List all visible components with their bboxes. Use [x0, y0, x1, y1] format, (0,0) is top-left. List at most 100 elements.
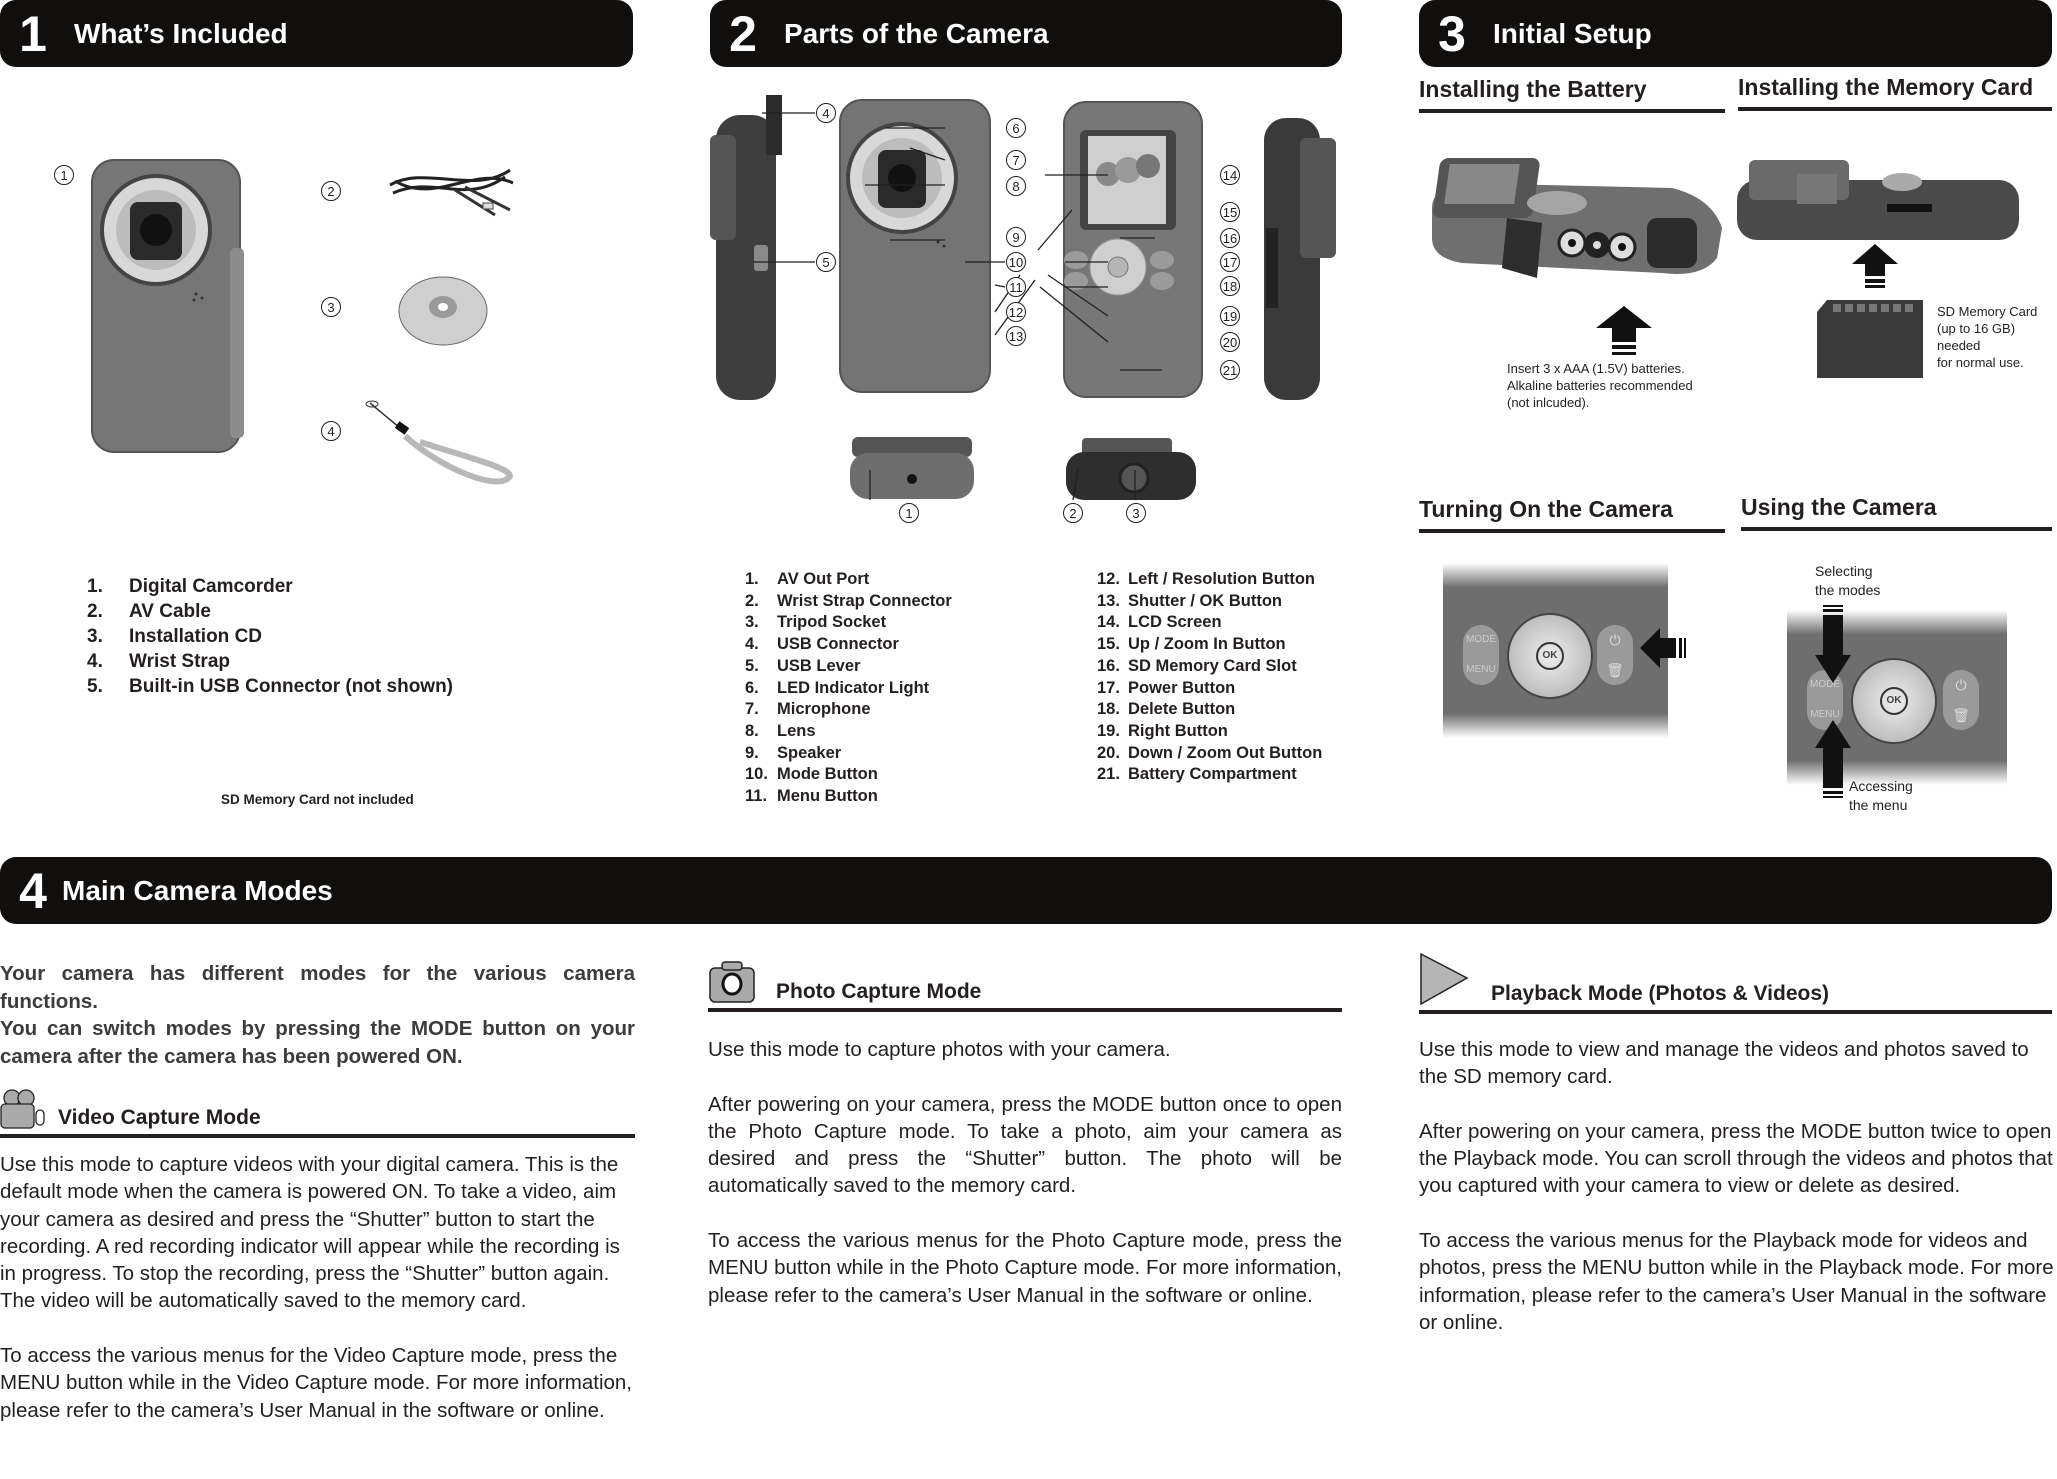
memory-card-slot-image — [1737, 160, 2019, 240]
list-item: 21. Battery Compartment — [1097, 765, 1297, 784]
callout-3: 3 — [321, 297, 341, 317]
installation-cd-image — [398, 276, 488, 346]
list-item: 4. Wrist Strap — [87, 651, 231, 672]
callout-2: 2 — [321, 181, 341, 201]
playback-mode-text: Use this mode to view and manage the vid… — [1419, 1038, 2054, 1334]
power-delete-buttons: ⏻ 🗑 — [1597, 625, 1633, 685]
section-number: 4 — [19, 862, 47, 919]
list-item: 1. AV Out Port — [745, 570, 870, 588]
video-camera-icon — [0, 1089, 45, 1129]
callout-11: 11 — [1006, 277, 1026, 297]
selecting-modes-label: Selecting the modes — [1815, 563, 1881, 598]
list-item: 8. Lens — [745, 721, 816, 740]
callout-14: 14 — [1220, 165, 1240, 185]
callout-12: 12 — [1006, 302, 1026, 322]
memory-card-caption: SD Memory Card (up to 16 GB) needed for … — [1937, 304, 2038, 370]
list-item: 17. Power Button — [1097, 678, 1236, 697]
battery-installation-image — [1432, 158, 1722, 278]
callout-5: 5 — [816, 252, 836, 272]
callout-16: 16 — [1220, 228, 1240, 248]
callout-2: 2 — [1063, 503, 1083, 523]
ok-button-label: OK — [1536, 642, 1564, 670]
section-4-header: 4 Main Camera Modes — [0, 857, 2052, 924]
parts-list-left: 1. AV Out Port 2. Wrist Strap Connector 3.… — [745, 569, 952, 808]
callout-1: 1 — [899, 503, 919, 523]
section-2-header: 2 Parts of the Camera — [710, 0, 1342, 67]
callout-8: 8 — [1006, 176, 1026, 196]
play-icon — [1420, 952, 1469, 1006]
callout-4: 4 — [816, 103, 836, 123]
video-mode-title: Video Capture Mode — [58, 1106, 261, 1129]
section-title: Main Camera Modes — [62, 874, 333, 906]
section-title: Parts of the Camera — [784, 17, 1049, 49]
battery-caption: Insert 3 x AAA (1.5V) batteries. Alkalin… — [1507, 361, 1693, 410]
sd-card-note: SD Memory Card not included — [221, 792, 414, 807]
wrist-strap-image — [365, 400, 514, 485]
insert-battery-arrow-icon — [1596, 306, 1652, 355]
photo-mode-title: Photo Capture Mode — [776, 980, 982, 1003]
callout-15: 15 — [1220, 202, 1240, 222]
installing-battery-heading: Installing the Battery — [1419, 76, 1725, 113]
list-item: 9. Speaker — [745, 743, 842, 762]
video-mode-heading: Video Capture Mode — [0, 1088, 635, 1138]
callout-18: 18 — [1220, 276, 1240, 296]
callout-4: 4 — [321, 421, 341, 441]
turning-on-heading: Turning On the Camera — [1419, 496, 1725, 533]
callout-1: 1 — [54, 165, 74, 185]
list-item: 20. Down / Zoom Out Button — [1097, 743, 1323, 762]
power-arrow-icon — [1640, 628, 1686, 668]
insert-card-arrow-icon — [1852, 244, 1898, 288]
callout-6: 6 — [1006, 118, 1026, 138]
callout-10: 10 — [1006, 252, 1026, 272]
video-mode-text: Use this mode to capture videos with you… — [0, 1153, 633, 1422]
list-item: 13. Shutter / OK Button — [1097, 591, 1282, 610]
list-item: 3. Tripod Socket — [745, 613, 887, 632]
list-item: 10. Mode Button — [745, 765, 878, 784]
list-item: 6. LED Indicator Light — [745, 678, 930, 697]
av-cable-image — [389, 168, 514, 217]
section-number: 3 — [1438, 5, 1466, 62]
callout-3: 3 — [1126, 503, 1146, 523]
section-number: 1 — [19, 5, 47, 62]
playback-mode-title: Playback Mode (Photos & Videos) — [1491, 982, 1830, 1005]
installing-memory-card-heading: Installing the Memory Card — [1738, 74, 2052, 111]
mode-arrow-down-icon — [1815, 605, 1851, 683]
callout-19: 19 — [1220, 306, 1240, 326]
list-item: 19. Right Button — [1097, 721, 1228, 740]
sd-card-image — [1817, 300, 1923, 378]
section-title: Initial Setup — [1493, 17, 1652, 49]
callout-20: 20 — [1220, 332, 1240, 352]
list-item: 5. Built-in USB Connector (not shown) — [87, 676, 454, 697]
list-item: 1. Digital Camcorder — [87, 576, 293, 597]
menu-button-label: MENU — [1466, 664, 1496, 675]
playback-mode-heading: Playback Mode (Photos & Videos) — [1419, 952, 2052, 1014]
section-title: What’s Included — [74, 17, 288, 49]
callout-21: 21 — [1220, 360, 1240, 380]
list-item: 14. LCD Screen — [1097, 613, 1222, 632]
parts-list-right: 12. Left / Resolution Button 13. Shutter /… — [1097, 569, 1322, 786]
photo-mode-text: Use this mode to capture photos with you… — [708, 1038, 1342, 1307]
included-items-list: 1. Digital Camcorder 2. AV Cable 3. Install… — [87, 574, 453, 699]
power-delete-buttons: ⏻ 🗑 — [1943, 670, 1979, 730]
section-number: 2 — [729, 5, 757, 62]
mode-button-label: MODE — [1466, 634, 1496, 645]
callout-7: 7 — [1006, 150, 1026, 170]
callout-13: 13 — [1006, 326, 1026, 346]
ok-button-label: OK — [1880, 687, 1908, 715]
list-item: 18. Delete Button — [1097, 700, 1236, 719]
callout-leader-lines — [753, 112, 1162, 501]
menu-arrow-up-icon — [1815, 720, 1851, 798]
list-item: 12. Left / Resolution Button — [1097, 570, 1315, 588]
photo-mode-heading: Photo Capture Mode — [708, 960, 1342, 1012]
list-item: 3. Installation CD — [87, 626, 263, 647]
list-item: 4. USB Connector — [745, 635, 899, 654]
list-item: 7. Microphone — [745, 700, 871, 719]
modes-intro: Your camera has different modes for the … — [0, 962, 635, 1068]
callout-9: 9 — [1006, 227, 1026, 247]
list-item: 2. AV Cable — [87, 601, 212, 622]
section-1-header: 1 What’s Included — [0, 0, 633, 67]
accessing-menu-label: Accessing the menu — [1849, 778, 1913, 813]
turning-on-camera-image: MODE MENU OK ⏻ 🗑 — [1443, 563, 1668, 738]
list-item: 2. Wrist Strap Connector — [745, 591, 952, 610]
section-3-header: 3 Initial Setup — [1419, 0, 2052, 67]
